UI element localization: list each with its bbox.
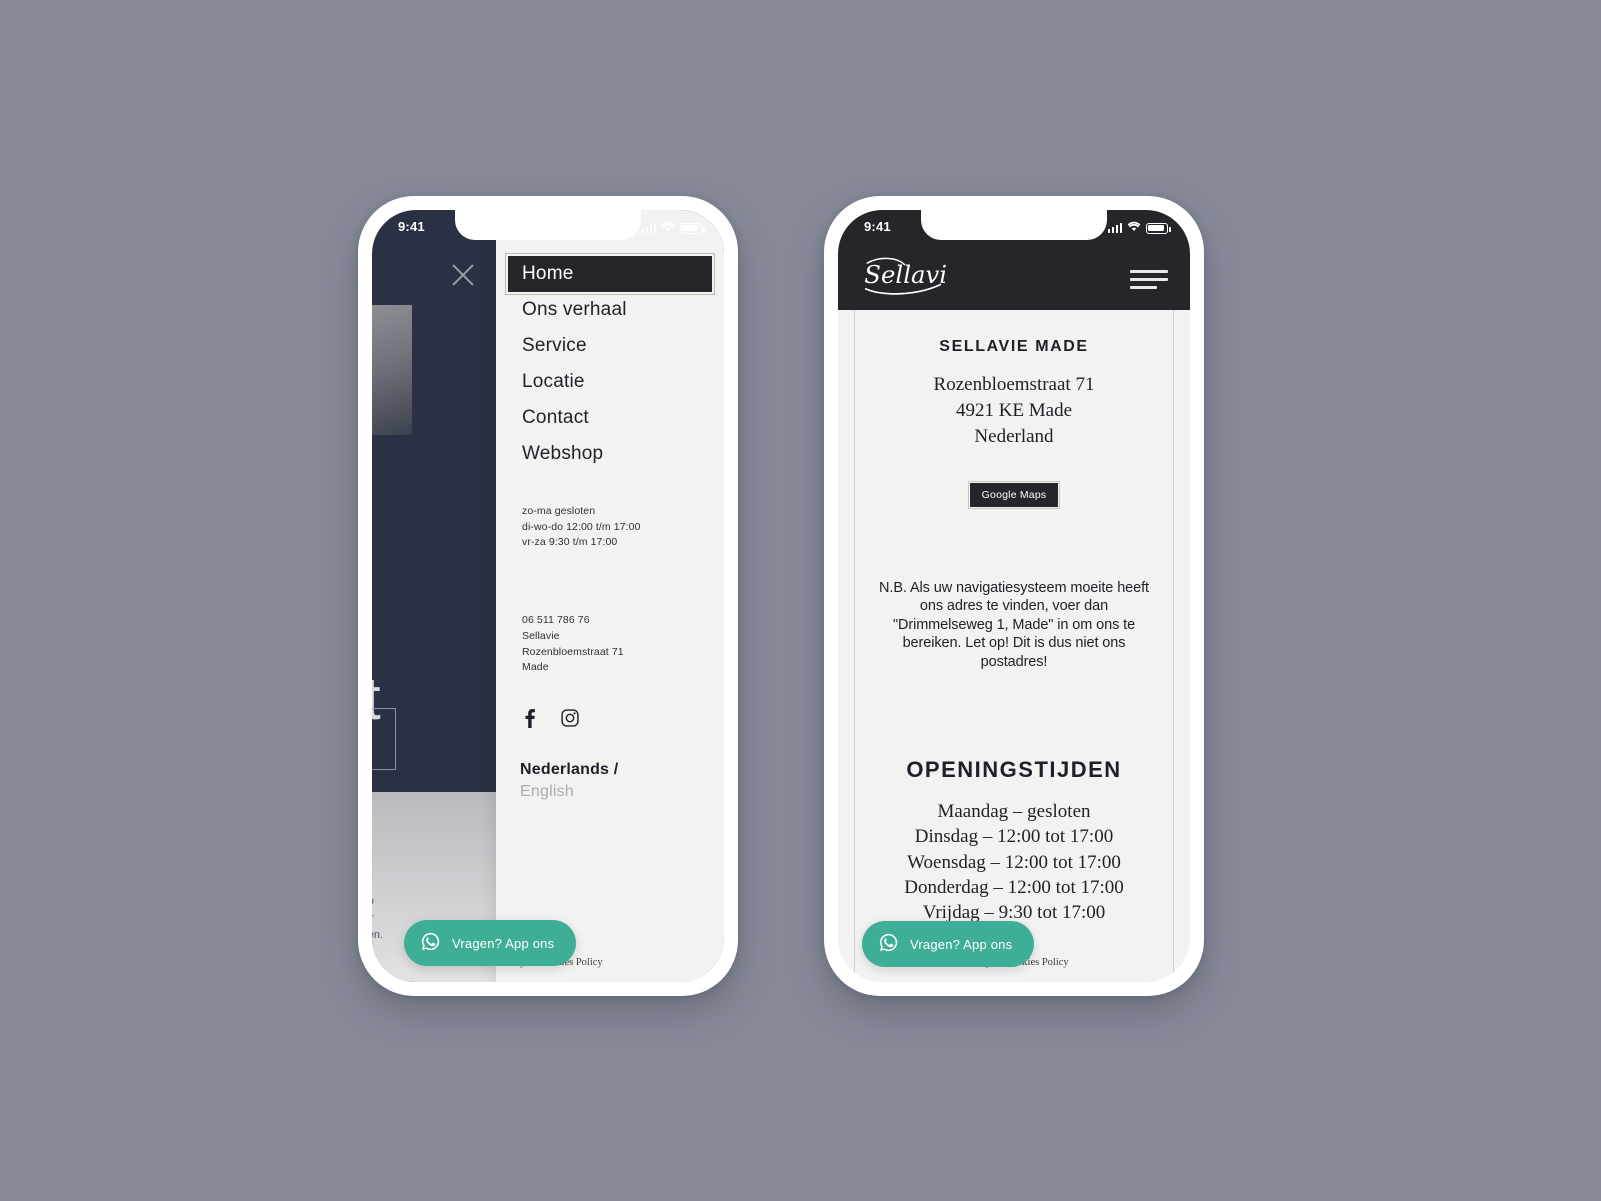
hours-row: Maandag – gesloten — [937, 801, 1091, 823]
cellular-signal-icon — [641, 223, 656, 233]
page-body: SELLAVIE MADE Rozenbloemstraat 71 4921 K… — [838, 310, 1190, 982]
close-icon[interactable] — [446, 258, 480, 292]
hero-photo-top — [372, 305, 412, 435]
nav-drawer: Home Ons verhaal Service Locatie Contact… — [496, 210, 724, 982]
nav-item-home[interactable]: Home — [505, 253, 715, 295]
address-line: Rozenbloemstraat 71 — [933, 374, 1095, 395]
location-content: SELLAVIE MADE Rozenbloemstraat 71 4921 K… — [838, 310, 1190, 925]
opening-hours-title: OPENINGSTIJDEN — [906, 757, 1122, 783]
contact-street: Rozenbloemstraat 71 — [522, 645, 624, 658]
battery-icon — [680, 222, 705, 234]
language-english[interactable]: English — [520, 783, 700, 801]
location-title: SELLAVIE MADE — [939, 338, 1089, 355]
hero-headline: enenmst — [372, 525, 381, 734]
contact-city: Made — [522, 661, 549, 674]
language-switcher: Nederlands / English — [496, 761, 724, 801]
sellavie-logo[interactable]: Sellavie — [860, 252, 961, 300]
contact-name: Sellavie — [522, 629, 560, 642]
google-maps-button[interactable]: Google Maps — [967, 480, 1061, 509]
address-line: 4921 KE Made — [955, 400, 1073, 422]
phone-mockup-left: enenmst roonerrgen. Home Ons verhaal Ser… — [358, 196, 738, 996]
nav-item-webshop[interactable]: Webshop — [508, 436, 712, 472]
social-links — [496, 708, 724, 733]
hours-line: vr-za 9:30 t/m 17:00 — [522, 536, 618, 549]
hours-line: di-wo-do 12:00 t/m 17:00 — [522, 520, 641, 533]
hero-small-text: roonerrgen. — [372, 895, 384, 941]
device-notch — [921, 210, 1107, 240]
battery-icon — [1146, 222, 1171, 234]
facebook-icon[interactable] — [522, 708, 537, 733]
whatsapp-icon — [878, 932, 899, 956]
address-line: Nederland — [974, 426, 1054, 448]
whatsapp-chat-button-right[interactable]: Vragen? App ons — [862, 921, 1035, 967]
hours-row: Woensdag – 12:00 tot 17:00 — [907, 851, 1121, 873]
whatsapp-chat-button-left[interactable]: Vragen? App ons — [404, 920, 577, 966]
contact-phone[interactable]: 06 511 786 76 — [522, 613, 698, 629]
nav-item-service[interactable]: Service — [508, 328, 712, 364]
vertical-rule-right — [1173, 310, 1174, 982]
svg-text:Sellavie: Sellavie — [864, 260, 946, 289]
canvas: enenmst roonerrgen. Home Ons verhaal Ser… — [0, 0, 1601, 1201]
device-notch — [455, 210, 641, 240]
whatsapp-icon — [420, 931, 441, 955]
wifi-icon — [661, 219, 675, 237]
whatsapp-label: Vragen? App ons — [910, 936, 1013, 952]
screen-right: SELLAVIE MADE Rozenbloemstraat 71 4921 K… — [838, 210, 1190, 982]
status-icons — [641, 219, 705, 237]
hours-row: Dinsdag – 12:00 tot 17:00 — [914, 826, 1114, 848]
wifi-icon — [1127, 219, 1141, 237]
instagram-icon[interactable] — [561, 709, 579, 732]
drawer-contact-block: 06 511 786 76 Sellavie Rozenbloemstraat … — [496, 613, 724, 677]
hero-cta-button[interactable] — [372, 708, 396, 770]
hours-row: Donderdag – 12:00 tot 17:00 — [904, 876, 1124, 898]
status-time: 9:41 — [864, 219, 891, 234]
navigation-note: N.B. Als uw navigatiesysteem moeite heef… — [879, 579, 1149, 670]
screen-left: enenmst roonerrgen. Home Ons verhaal Ser… — [372, 210, 724, 982]
opening-hours-list: Maandag – gesloten Dinsdag – 12:00 tot 1… — [878, 799, 1150, 924]
hamburger-menu-icon[interactable] — [1130, 265, 1168, 300]
drawer-hours-summary: zo-ma gesloten di-wo-do 12:00 t/m 17:00 … — [496, 504, 724, 551]
status-time: 9:41 — [398, 219, 425, 234]
cellular-signal-icon — [1107, 223, 1122, 233]
location-address: Rozenbloemstraat 71 4921 KE Made Nederla… — [878, 372, 1150, 451]
nav-list: Home Ons verhaal Service Locatie Contact… — [496, 253, 724, 472]
hours-line: zo-ma gesloten — [522, 505, 596, 517]
language-nederlands[interactable]: Nederlands / — [520, 761, 700, 779]
whatsapp-label: Vragen? App ons — [452, 935, 555, 951]
vertical-rule-left — [854, 310, 855, 982]
phone-mockup-right: SELLAVIE MADE Rozenbloemstraat 71 4921 K… — [824, 196, 1204, 996]
nav-item-locatie[interactable]: Locatie — [508, 364, 712, 400]
nav-item-ons-verhaal[interactable]: Ons verhaal — [508, 292, 712, 328]
status-icons — [1107, 219, 1171, 237]
nav-item-contact[interactable]: Contact — [508, 400, 712, 436]
